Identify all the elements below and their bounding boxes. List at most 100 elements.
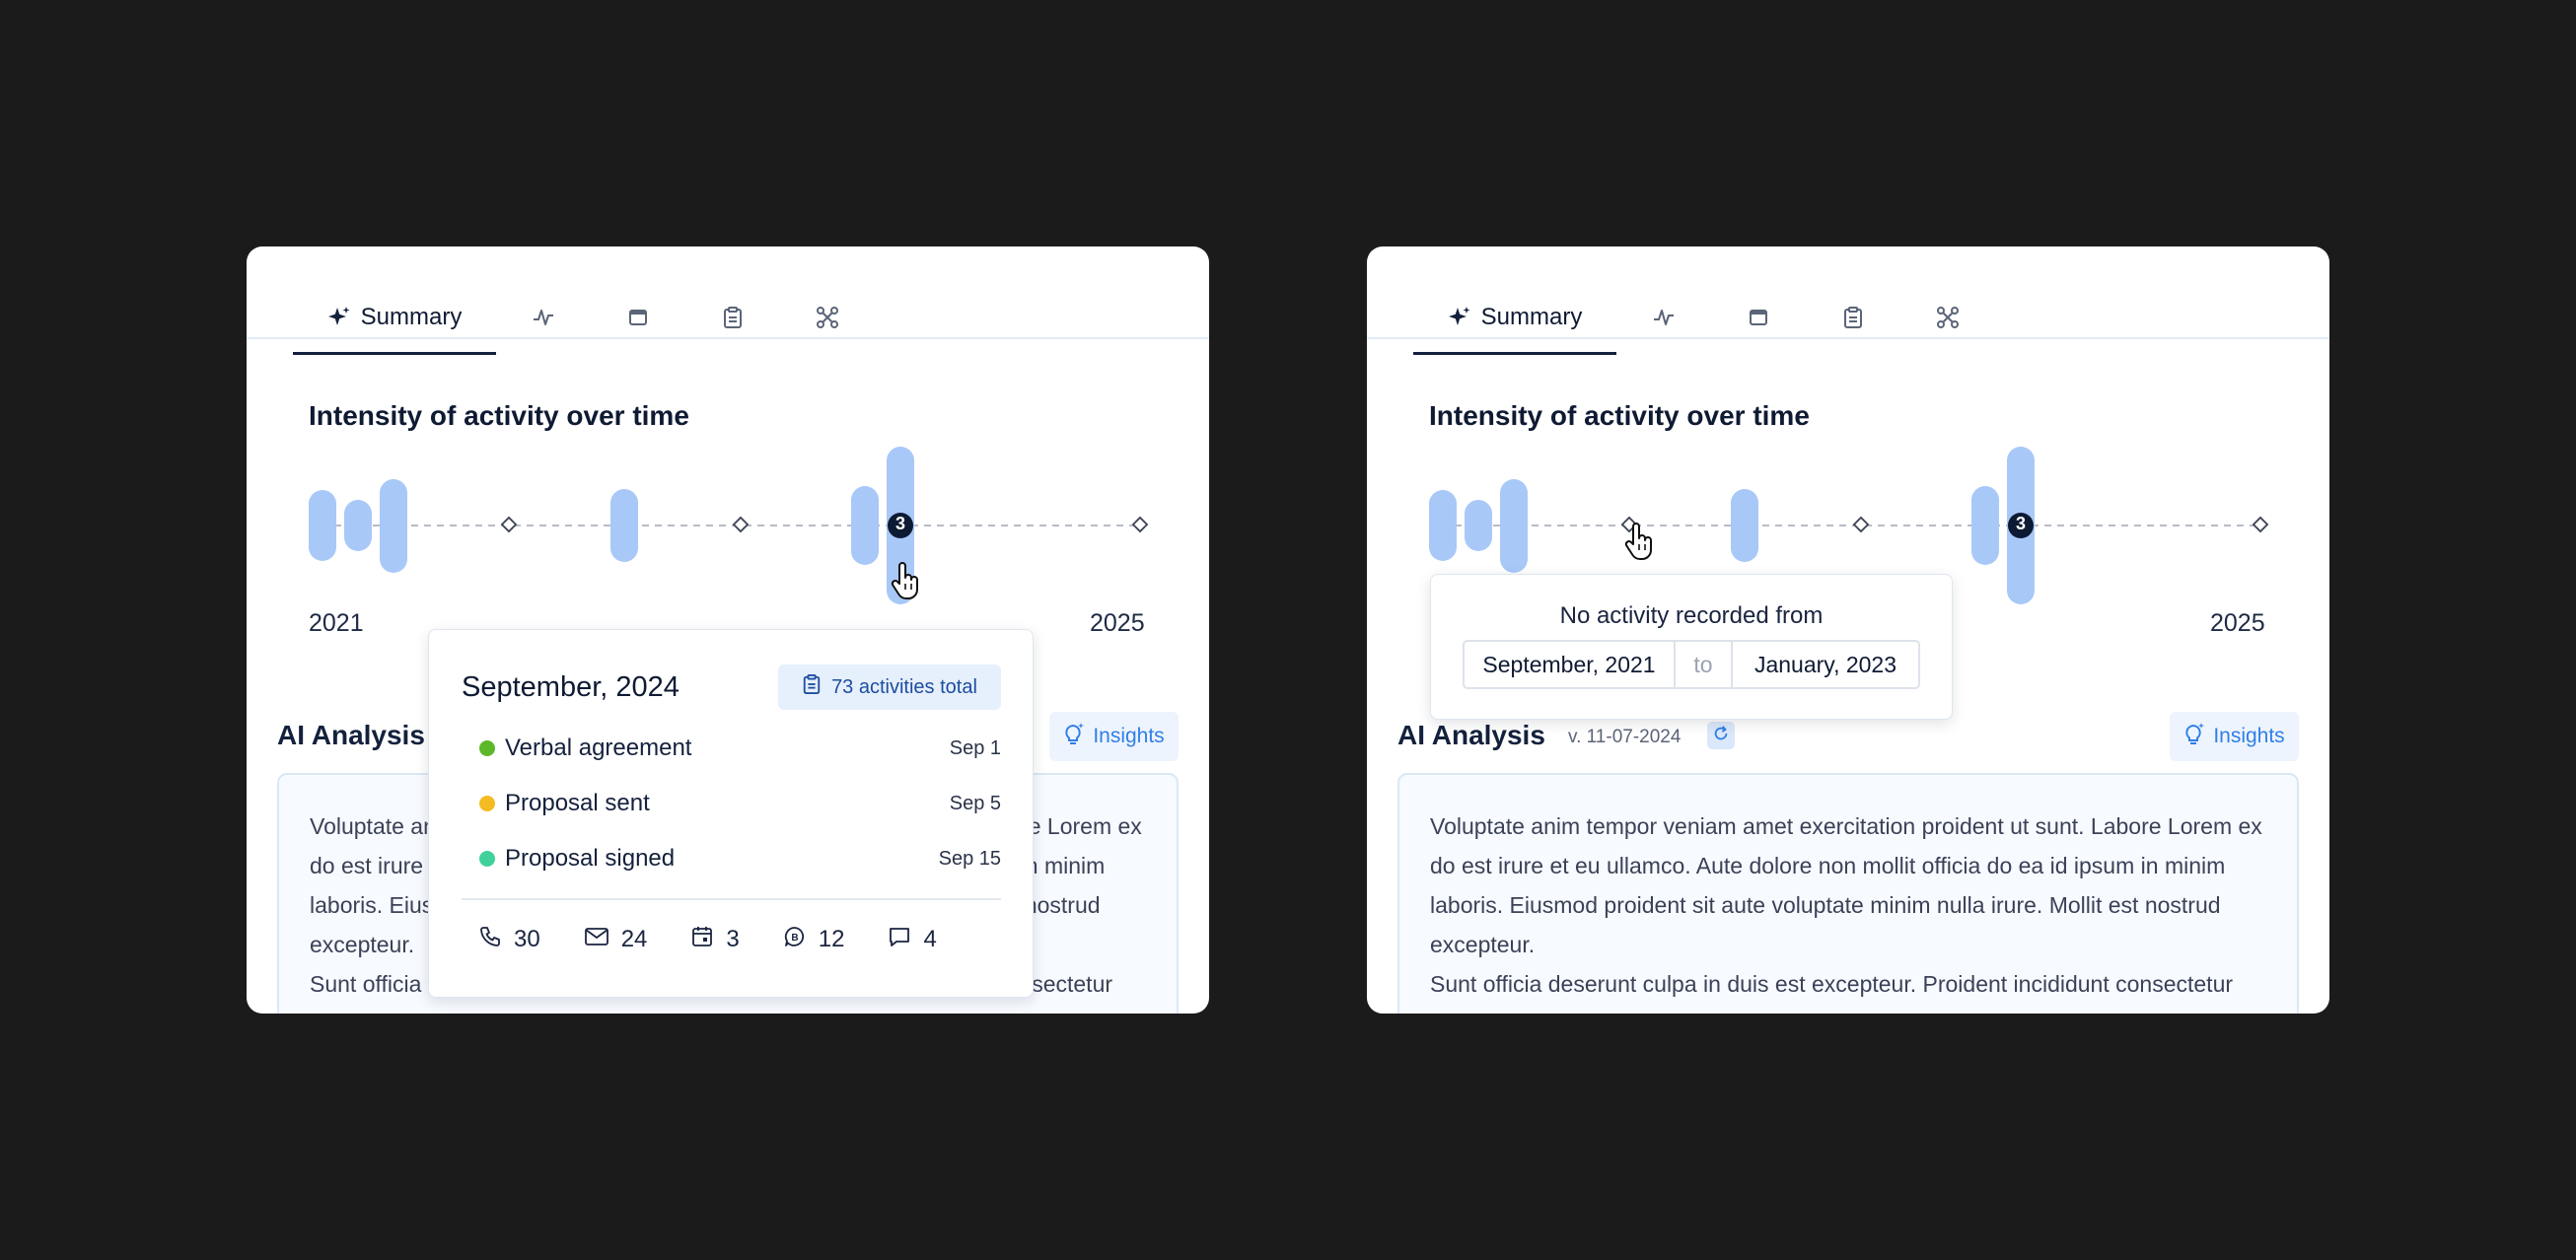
tab-network[interactable] xyxy=(780,288,875,347)
whatsapp-icon: B xyxy=(783,925,819,955)
ai-analysis-paragraph: Sunt officia deserunt culpa in duis est … xyxy=(1430,971,2234,1014)
empty-month-marker xyxy=(500,516,518,533)
calls-count: 30 xyxy=(514,926,540,952)
window-icon xyxy=(1748,307,1769,328)
meetings-count: 3 xyxy=(726,926,740,952)
activity-item[interactable]: Proposal signed Sep 15 xyxy=(479,841,1001,876)
empty-month-marker xyxy=(732,516,750,533)
ai-analysis-box: Voluptate anim tempor veniam amet exerci… xyxy=(1397,773,2299,1014)
emails-stat[interactable]: 24 xyxy=(584,926,648,954)
activity-bar xyxy=(1971,486,1999,565)
activity-icon xyxy=(532,306,555,329)
tab-activity[interactable] xyxy=(496,288,591,347)
emails-count: 24 xyxy=(620,926,648,952)
activities-total-label: 73 activities total xyxy=(831,675,977,698)
meetings-stat[interactable]: 3 xyxy=(690,925,740,955)
tab-network[interactable] xyxy=(1900,288,1995,347)
activity-stats: 30 24 3 B 12 4 xyxy=(478,920,1001,959)
whatsapp-stat[interactable]: B 12 xyxy=(783,925,845,955)
lightbulb-icon xyxy=(2183,722,2213,751)
network-icon xyxy=(816,306,839,329)
clipboard-icon xyxy=(802,673,831,701)
lightbulb-icon xyxy=(1063,722,1093,751)
year-end-label: 2025 xyxy=(1090,609,1145,637)
activity-date: Sep 1 xyxy=(949,736,1001,759)
sparkles-icon xyxy=(1448,306,1471,329)
insights-label: Insights xyxy=(1093,725,1165,747)
clipboard-icon xyxy=(1842,306,1864,329)
ai-version-label: v. 11-07-2024 xyxy=(1568,727,1682,747)
activity-bar xyxy=(1500,479,1528,573)
tab-summary[interactable]: Summary xyxy=(293,288,496,355)
status-dot xyxy=(479,740,495,756)
activity-item[interactable]: Proposal sent Sep 5 xyxy=(479,786,1001,821)
mail-icon xyxy=(584,926,621,954)
activity-bar xyxy=(1465,500,1492,551)
chats-count: 4 xyxy=(923,926,937,952)
empty-month-marker xyxy=(2252,516,2269,533)
window-icon xyxy=(627,307,649,328)
activity-bar xyxy=(610,489,638,562)
empty-month-marker xyxy=(1852,516,1870,533)
tab-summary-label: Summary xyxy=(360,304,463,330)
insights-button[interactable]: Insights xyxy=(2170,712,2299,761)
range-end: January, 2023 xyxy=(1753,651,1897,677)
tab-summary-label: Summary xyxy=(1480,304,1583,330)
count-badge-label: 3 xyxy=(2015,514,2026,533)
activity-item[interactable]: Verbal agreement Sep 1 xyxy=(479,731,1001,766)
chats-stat[interactable]: 4 xyxy=(888,925,937,955)
refresh-icon xyxy=(1712,725,1730,747)
popover-divider xyxy=(462,898,1001,900)
activity-date: Sep 5 xyxy=(949,792,1001,814)
activity-icon xyxy=(1652,306,1676,329)
chart-title: Intensity of activity over time xyxy=(1429,400,1810,431)
phone-icon xyxy=(478,925,514,955)
activity-label: Verbal agreement xyxy=(505,735,692,761)
activity-bar xyxy=(344,500,372,551)
count-badge-label: 3 xyxy=(894,514,905,533)
date-range: September, 2021 to January, 2023 xyxy=(1463,640,1920,689)
activity-label: Proposal signed xyxy=(505,845,676,872)
hand-cursor-icon xyxy=(891,562,918,600)
ai-analysis-paragraph: Voluptate anim tempor veniam amet exerci… xyxy=(1430,813,2262,957)
tab-clipboard[interactable] xyxy=(685,288,780,347)
ai-analysis-title: AI Analysis xyxy=(277,720,425,750)
tooltip-title: No activity recorded from xyxy=(1559,602,1824,629)
insights-button[interactable]: Insights xyxy=(1049,712,1179,761)
activity-bar xyxy=(851,486,879,565)
activity-bar xyxy=(380,479,407,573)
popover-month: September, 2024 xyxy=(462,671,680,703)
activity-timeline[interactable]: 3 xyxy=(247,444,1209,661)
year-end-label: 2025 xyxy=(2210,609,2265,637)
clipboard-icon xyxy=(722,306,744,329)
activity-date: Sep 15 xyxy=(938,847,1001,870)
activity-bar xyxy=(1429,490,1457,561)
activity-bar xyxy=(1731,489,1758,562)
tab-clipboard[interactable] xyxy=(1806,288,1900,347)
tab-window[interactable] xyxy=(591,288,685,347)
ai-analysis-title: AI Analysis xyxy=(1397,720,1545,750)
range-separator: to xyxy=(1676,642,1733,687)
month-activity-popover: September, 2024 73 activities total Verb… xyxy=(428,629,1034,998)
calendar-icon xyxy=(690,925,726,955)
tab-window[interactable] xyxy=(1711,288,1806,347)
range-start: September, 2021 xyxy=(1465,642,1676,687)
tab-bar: Summary xyxy=(293,288,1209,355)
refresh-button[interactable] xyxy=(1707,722,1735,749)
insights-label: Insights xyxy=(2213,725,2285,747)
sparkles-icon xyxy=(327,306,351,329)
year-start-label: 2021 xyxy=(309,609,364,637)
tab-activity[interactable] xyxy=(1616,288,1711,347)
activity-label: Proposal sent xyxy=(505,790,650,816)
calls-stat[interactable]: 30 xyxy=(478,925,540,955)
svg-text:B: B xyxy=(791,933,798,944)
activity-bar xyxy=(309,490,336,561)
hand-cursor-icon xyxy=(1624,523,1652,561)
message-icon xyxy=(888,925,923,955)
tab-bar: Summary xyxy=(1413,288,2329,355)
network-icon xyxy=(1936,306,1960,329)
tab-summary[interactable]: Summary xyxy=(1413,288,1616,355)
no-activity-tooltip: No activity recorded from September, 202… xyxy=(1430,574,1953,720)
activities-total-badge[interactable]: 73 activities total xyxy=(778,665,1001,710)
whatsapp-count: 12 xyxy=(818,926,845,952)
